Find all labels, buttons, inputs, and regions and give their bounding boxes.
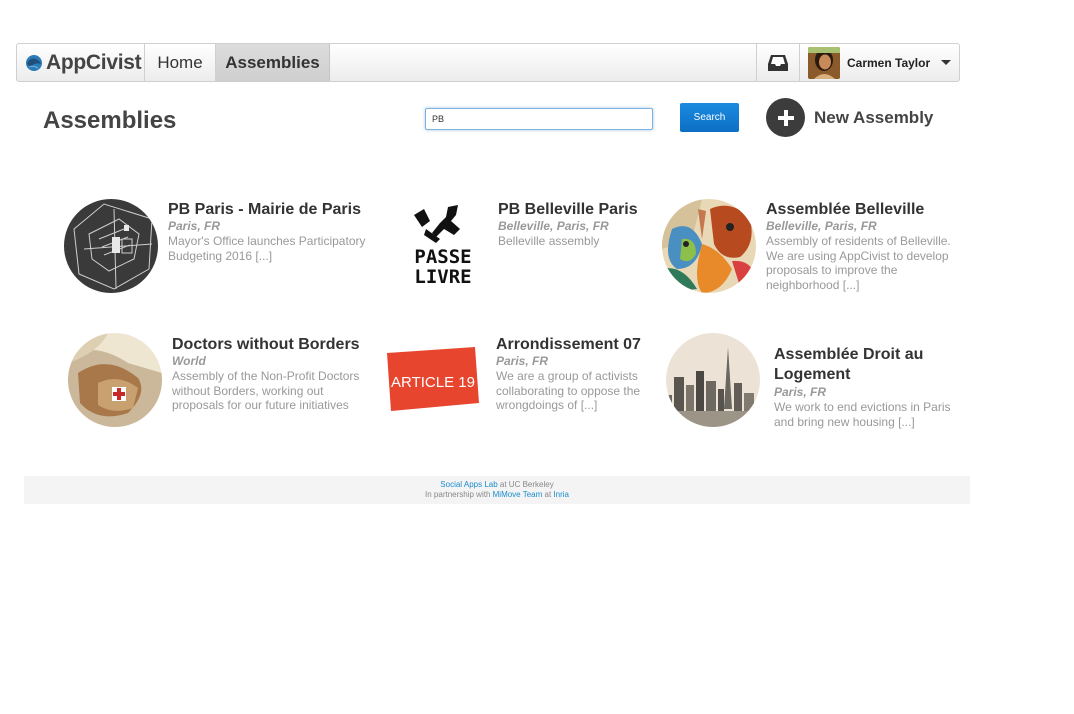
assembly-title[interactable]: PB Belleville Paris (498, 200, 648, 219)
footer-at-text: at (542, 490, 554, 499)
assembly-card-text: Assemblée Droit au Logement Paris, FR We… (774, 345, 959, 429)
footer-line-1: Social Apps Lab at UC Berkeley (24, 480, 970, 490)
assembly-thumbnail-skyline[interactable] (666, 333, 760, 427)
search-button[interactable]: Search (680, 103, 739, 132)
new-assembly-label: New Assembly (814, 107, 934, 127)
assembly-location: Paris, FR (496, 354, 549, 368)
appcivist-logo-icon (26, 54, 42, 71)
user-name: Carmen Taylor (847, 55, 931, 70)
livre-text: LIVRE (414, 266, 471, 288)
assembly-description: We work to end evictions in Paris and br… (774, 400, 951, 429)
assembly-description: Belleville assembly (498, 234, 600, 248)
top-navbar: AppCivist Home Assemblies Carmen Taylor (16, 43, 960, 82)
article19-text: ARTICLE 19 (391, 374, 475, 391)
assembly-location: World (172, 354, 206, 368)
assembly-card-text: Doctors without Borders World Assembly o… (172, 335, 377, 413)
assembly-description: Assembly of residents of Belleville. We … (766, 234, 951, 292)
social-apps-lab-link[interactable]: Social Apps Lab (440, 480, 497, 489)
footer-line-2: In partnership with MiMove Team at Inria (24, 490, 970, 500)
assembly-thumbnail-map[interactable] (64, 199, 158, 293)
search-input[interactable] (425, 108, 653, 130)
inbox-button[interactable] (756, 44, 800, 81)
assembly-card-text: Arrondissement 07 Paris, FR We are a gro… (496, 335, 651, 413)
assembly-thumbnail-medical-bag[interactable] (68, 333, 162, 427)
brand-name: AppCivist (46, 50, 142, 74)
plus-icon (766, 98, 805, 137)
assembly-description: Mayor's Office launches Participatory Bu… (168, 234, 366, 263)
assembly-thumbnail-mural[interactable] (662, 199, 756, 293)
assembly-title[interactable]: Doctors without Borders (172, 335, 377, 354)
assembly-title[interactable]: Assemblée Droit au Logement (774, 345, 959, 385)
caret-down-icon[interactable] (941, 60, 952, 65)
assembly-title[interactable]: Arrondissement 07 (496, 335, 651, 354)
assembly-location: Belleville, Paris, FR (766, 219, 877, 233)
assembly-thumbnail-article19[interactable]: ARTICLE 19 (383, 333, 479, 427)
brand-logo[interactable]: AppCivist (17, 44, 145, 81)
assembly-thumbnail-passe-livre[interactable]: PASSE LIVRE (396, 199, 490, 293)
new-assembly-button[interactable]: New Assembly (766, 98, 933, 137)
mimove-team-link[interactable]: MiMove Team (493, 490, 543, 499)
assembly-title[interactable]: Assemblée Belleville (766, 200, 956, 219)
assembly-description: Assembly of the Non-Profit Doctors witho… (172, 369, 360, 412)
assembly-location: Belleville, Paris, FR (498, 219, 609, 233)
nav-home[interactable]: Home (145, 44, 216, 81)
assembly-card-text: PB Belleville Paris Belleville, Paris, F… (498, 200, 648, 249)
assembly-title[interactable]: PB Paris - Mairie de Paris (168, 200, 373, 219)
assembly-card-text: PB Paris - Mairie de Paris Paris, FR May… (168, 200, 373, 263)
assembly-card-text: Assemblée Belleville Belleville, Paris, … (766, 200, 956, 292)
assembly-location: Paris, FR (168, 219, 221, 233)
inbox-icon (768, 54, 788, 71)
footer-partner-prefix: In partnership with (425, 490, 493, 499)
assembly-location: Paris, FR (774, 385, 827, 399)
avatar (808, 46, 840, 79)
nav-assemblies[interactable]: Assemblies (216, 44, 330, 81)
user-menu[interactable]: Carmen Taylor (800, 44, 960, 81)
page-title: Assemblies (43, 107, 177, 134)
footer: Social Apps Lab at UC Berkeley In partne… (24, 476, 970, 504)
inria-link[interactable]: Inria (553, 490, 569, 499)
assembly-description: We are a group of activists collaboratin… (496, 369, 641, 412)
passe-text: PASSE (414, 246, 471, 268)
footer-lab-suffix: at UC Berkeley (497, 480, 554, 489)
